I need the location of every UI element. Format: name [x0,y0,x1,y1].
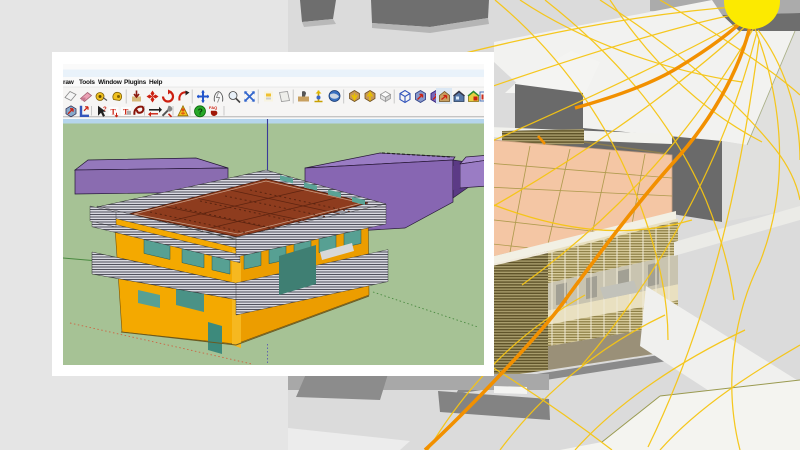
svg-text:raw: raw [63,79,75,86]
svg-text:Help: Help [149,79,163,86]
svg-text:Plugins: Plugins [124,79,147,86]
svg-text:?: ? [103,107,107,113]
svg-text:Window: Window [98,79,123,86]
svg-text:T: T [111,107,117,116]
svg-text:?: ? [198,106,203,116]
svg-text:FAQ: FAQ [209,105,217,110]
svg-text:Tools: Tools [79,79,95,86]
